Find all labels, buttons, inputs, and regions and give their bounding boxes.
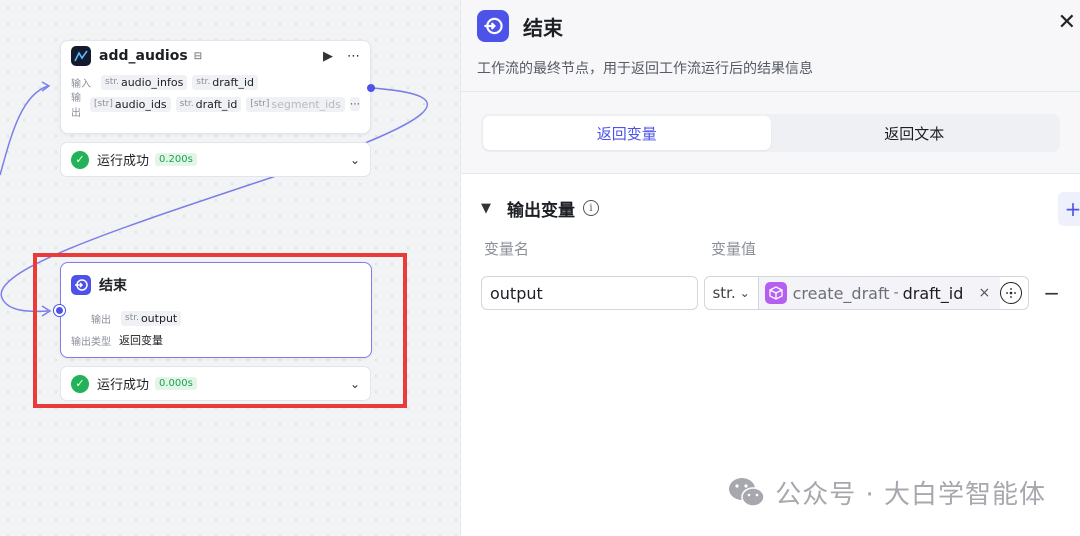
variable-reference[interactable]: create_draft - draft_id ×	[758, 277, 1001, 309]
add-variable-button[interactable]: +	[1058, 192, 1080, 226]
variable-picker-icon[interactable]	[1000, 282, 1023, 304]
create-draft-node-icon	[764, 282, 787, 304]
reference-separator: -	[893, 285, 899, 301]
end-node-input-port[interactable]	[54, 305, 65, 316]
tabs-area: 返回变量 返回文本	[461, 92, 1080, 174]
panel-title[interactable]: 结束	[523, 12, 563, 41]
watermark-text: 公众号 · 大白学智能体	[775, 480, 1046, 510]
workflow-canvas[interactable]: add_audios ⊟ ▶ ⋯ 输入 str. audio_infos str.…	[0, 0, 460, 536]
output-tag: [str] segment_ids	[246, 96, 345, 112]
duration-badge: 0.200s	[155, 153, 197, 166]
success-check-icon: ✓	[71, 150, 89, 169]
chevron-down-icon[interactable]: ⌄	[350, 377, 360, 391]
wechat-icon	[729, 477, 765, 507]
clear-reference-icon[interactable]: ×	[979, 285, 991, 301]
close-icon[interactable]: ✕	[1058, 10, 1076, 35]
chevron-down-icon: ⌄	[739, 286, 750, 300]
add-audios-status[interactable]: ✓ 运行成功 0.200s ⌄	[60, 142, 371, 177]
edge-into-add-audios	[0, 85, 49, 176]
status-text: 运行成功	[97, 378, 150, 393]
success-check-icon: ✓	[71, 374, 89, 393]
end-node[interactable]: 结束 输出 str. output 输出类型 返回变量	[60, 262, 372, 358]
col-header-name: 变量名	[484, 240, 530, 258]
add-audios-node-icon	[71, 46, 91, 66]
output-tag: str. draft_id	[175, 96, 242, 112]
add-audios-output-port[interactable]	[367, 84, 375, 92]
add-audios-node[interactable]: add_audios ⊟ ▶ ⋯ 输入 str. audio_infos str.…	[60, 40, 371, 134]
output-type-value: 返回变量	[119, 334, 163, 347]
add-audios-inputs-row: 输入 str. audio_infos str. draft_id	[61, 71, 370, 93]
node-config-panel: 结束 ✕ 工作流的最终节点，用于返回工作流运行后的结果信息 返回变量 返回文本 …	[460, 0, 1080, 536]
variable-value-field[interactable]: str. ⌄ create_draft - draft_id ×	[703, 276, 1030, 310]
output-type-label: 输出类型	[71, 336, 111, 348]
more-icon[interactable]: ⋯	[347, 49, 360, 64]
end-outputs-row: 输出 str. output	[61, 307, 371, 329]
output-tag: str. output	[121, 310, 182, 326]
col-header-value: 变量值	[711, 240, 757, 258]
tab-return-text[interactable]: 返回文本	[771, 116, 1059, 150]
tab-return-variable[interactable]: 返回变量	[483, 116, 771, 150]
add-audios-outputs-row: 输出 [str] audio_ids str. draft_id [str] segm…	[61, 93, 370, 119]
end-node-icon	[477, 10, 509, 42]
variable-name-input[interactable]: output	[481, 276, 698, 310]
end-node-status[interactable]: ✓ 运行成功 0.000s ⌄	[60, 366, 371, 401]
output-variables-section: ▼ 输出变量 i 变量名 变量值 output str. ⌄ create_dr…	[461, 174, 1080, 310]
reference-field-name: draft_id	[902, 283, 964, 303]
outputs-more-button[interactable]: ⋯	[349, 97, 360, 111]
input-tag: str. draft_id	[192, 74, 259, 90]
input-label: 输入	[71, 78, 91, 90]
add-audios-node-title: add_audios	[99, 48, 188, 64]
return-mode-tabs: 返回变量 返回文本	[481, 114, 1060, 152]
duration-badge: 0.000s	[155, 377, 197, 390]
end-output-type-row: 输出类型 返回变量	[61, 329, 371, 351]
chevron-down-icon[interactable]: ⌄	[350, 153, 360, 167]
section-title: 输出变量	[507, 200, 575, 221]
output-tag: [str] audio_ids	[89, 96, 171, 112]
output-label: 输出	[91, 314, 111, 326]
type-select[interactable]: str. ⌄	[705, 277, 759, 309]
panel-header: 结束 ✕ 工作流的最终节点，用于返回工作流运行后的结果信息	[461, 0, 1080, 92]
watermark: 公众号 · 大白学智能体	[727, 474, 1046, 511]
play-icon[interactable]: ▶	[323, 49, 333, 64]
cube-icon: ⊟	[193, 50, 203, 62]
reference-node-name: create_draft	[792, 283, 890, 303]
type-select-value: str.	[712, 284, 736, 302]
status-text: 运行成功	[97, 154, 150, 169]
panel-description[interactable]: 工作流的最终节点，用于返回工作流运行后的结果信息	[477, 58, 1064, 78]
output-label: 输出	[71, 93, 81, 119]
input-tag: str. audio_infos	[101, 74, 188, 90]
chevron-down-icon[interactable]: ▼	[481, 201, 507, 216]
info-icon[interactable]: i	[583, 200, 599, 216]
remove-variable-button[interactable]: −	[1043, 281, 1060, 305]
end-node-title: 结束	[99, 278, 127, 294]
variable-row: output str. ⌄ create_draft - draft_id ×	[481, 276, 1060, 310]
end-node-icon	[71, 275, 91, 295]
column-headers: 变量名 变量值	[481, 238, 1060, 264]
